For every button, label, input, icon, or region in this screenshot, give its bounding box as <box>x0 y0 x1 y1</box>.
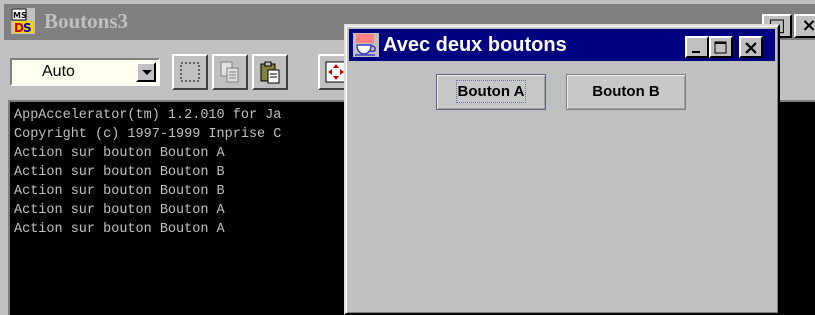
bouton-b-label: Bouton B <box>592 83 660 100</box>
svg-text:S: S <box>23 21 32 34</box>
bouton-b-button[interactable]: Bouton B <box>566 74 686 110</box>
console-title: Boutons3 <box>44 9 129 33</box>
console-line: Action sur bouton Bouton B <box>14 165 225 180</box>
minimize-icon <box>692 51 700 53</box>
console-close-button[interactable]: × <box>794 14 815 38</box>
mark-icon <box>180 62 200 82</box>
maximize-icon <box>714 41 727 54</box>
console-line: Copyright (c) 1997-1999 Inprise C <box>14 127 282 142</box>
close-icon: × <box>801 15 815 36</box>
font-size-select[interactable]: Auto <box>10 58 160 86</box>
msdos-icon[interactable]: MS D S <box>11 8 35 34</box>
console-line: Action sur bouton Bouton A <box>14 203 225 218</box>
copy-icon <box>220 61 239 83</box>
paste-button[interactable] <box>252 54 288 90</box>
dialog-maximize-button[interactable] <box>709 36 733 58</box>
mark-button[interactable] <box>172 54 208 90</box>
dialog-window: Avec deux boutons Bouton A Bouton B <box>344 24 780 315</box>
font-size-value: Auto <box>42 63 75 80</box>
console-line: Action sur bouton Bouton B <box>14 184 225 199</box>
dialog-titlebar[interactable]: Avec deux boutons <box>349 29 775 61</box>
console-line: Action sur bouton Bouton A <box>14 146 225 161</box>
bouton-a-label: Bouton A <box>455 80 527 103</box>
bouton-a-button[interactable]: Bouton A <box>436 74 546 110</box>
dialog-title: Avec deux boutons <box>383 34 567 56</box>
java-cup-icon <box>353 33 379 57</box>
console-line: AppAccelerator(tm) 1.2.010 for Ja <box>14 108 282 123</box>
svg-text:MS: MS <box>13 11 27 20</box>
dialog-close-button[interactable] <box>739 36 763 58</box>
dialog-minimize-button[interactable] <box>685 36 709 58</box>
chevron-down-icon[interactable] <box>136 62 156 82</box>
paste-icon <box>260 61 280 84</box>
console-line: Action sur bouton Bouton A <box>14 222 225 237</box>
copy-button[interactable] <box>212 54 248 90</box>
close-icon <box>745 42 757 54</box>
